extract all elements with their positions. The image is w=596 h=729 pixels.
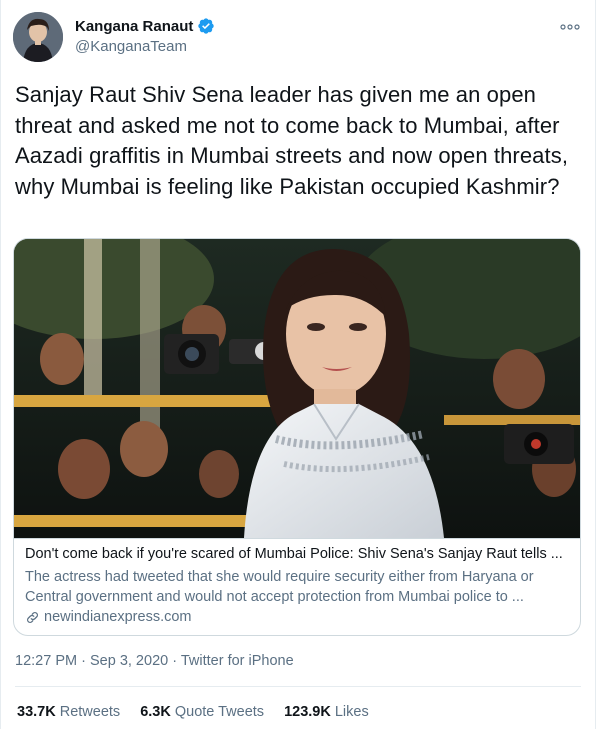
avatar[interactable] [13,12,63,62]
likes-count: 123.9K [284,704,331,720]
photo-illustration [14,239,580,538]
tweet-text: Sanjay Raut Shiv Sena leader has given m… [15,82,569,199]
card-image [14,239,580,539]
tweet-meta: 12:27 PM · Sep 3, 2020 · Twitter for iPh… [15,653,294,669]
display-name[interactable]: Kangana Ranaut [75,18,193,35]
tweet-date[interactable]: Sep 3, 2020 [90,653,168,669]
likes-label: Likes [334,704,369,720]
divider [15,686,581,687]
quote-label: Quote Tweets [174,704,265,720]
meta-separator: · [172,653,178,669]
quote-tweets-stat[interactable]: 6.3K Quote Tweets [140,704,264,720]
verified-badge-icon [198,18,215,34]
retweets-count: 33.7K [17,704,56,720]
meta-separator: · [81,653,86,669]
tweet-time[interactable]: 12:27 PM [15,653,77,669]
card-domain-text: newindianexpress.com [44,609,192,625]
author-name-row: Kangana Ranaut [75,17,215,35]
link-icon [27,611,38,623]
link-card[interactable]: Don't come back if you're scared of Mumb… [13,238,581,636]
avatar-image [13,12,63,62]
author-handle[interactable]: @KanganaTeam [75,38,187,55]
more-dots-icon[interactable] [559,18,581,36]
quote-count: 6.3K [140,704,171,720]
tweet-source[interactable]: Twitter for iPhone [181,653,294,669]
card-domain: newindianexpress.com [25,609,192,625]
likes-stat[interactable]: 123.9K Likes [284,704,369,720]
card-description: The actress had tweeted that she would r… [25,569,534,605]
card-title: Don't come back if you're scared of Mumb… [25,546,563,562]
tweet-container: Kangana Ranaut @KanganaTeam Sanjay Raut … [0,0,596,729]
retweets-stat[interactable]: 33.7K Retweets [17,704,120,720]
retweets-label: Retweets [59,704,121,720]
tweet-stats: 33.7K Retweets 6.3K Quote Tweets 123.9K … [17,704,369,720]
